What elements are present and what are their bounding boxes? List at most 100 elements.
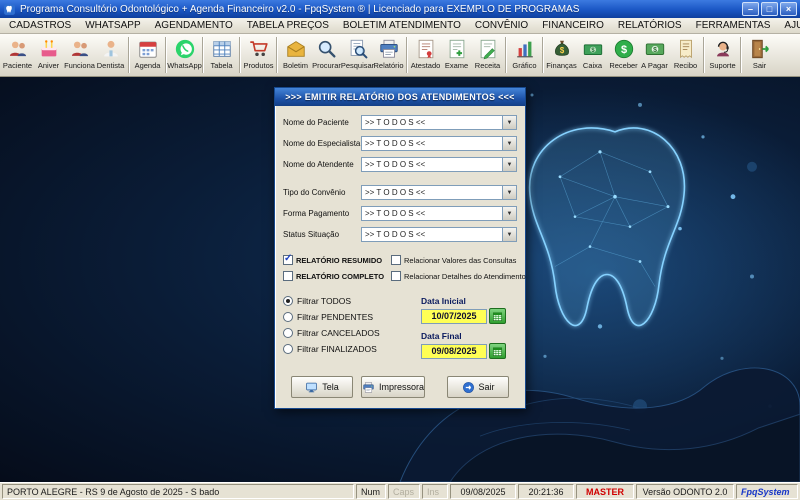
radio-row-filtrar-todos[interactable]: Filtrar TODOS (283, 296, 421, 306)
toolbar-button-a-pagar[interactable]: A Pagar (639, 35, 670, 75)
menu-item-label: CADASTROS (9, 20, 71, 31)
toolbar-button-produtos[interactable]: Produtos (243, 35, 274, 75)
toolbar-button-whatsapp[interactable]: WhatsApp (169, 35, 200, 75)
menu-item-whatsapp[interactable]: WHATSAPP (78, 19, 147, 32)
toolbar-button-atestado[interactable]: Atestado (410, 35, 441, 75)
toolbar-button-receber[interactable]: Receber (608, 35, 639, 75)
dialog-titlebar[interactable]: >>> EMITIR RELATÓRIO DOS ATENDIMENTOS <<… (275, 88, 525, 106)
radio-label: Filtrar TODOS (297, 296, 351, 306)
toolbar-button-dentista[interactable]: Dentista (95, 35, 126, 75)
toolbar-button-label: Produtos (243, 61, 273, 70)
toolbar-button-exame[interactable]: Exame (441, 35, 472, 75)
menu-item-agendamento[interactable]: AGENDAMENTO (148, 19, 240, 32)
search-doc-icon (347, 38, 369, 60)
date-final-row: 09/08/2025 (421, 343, 517, 359)
checkbox-row-valores-consultas[interactable]: Relacionar Valores das Consultas (391, 255, 526, 265)
radio-button[interactable] (283, 296, 293, 306)
checkbox-label: RELATÓRIO RESUMIDO (296, 256, 382, 265)
radio-row-filtrar-finalizados[interactable]: Filtrar FINALIZADOS (283, 344, 421, 354)
status-bar: PORTO ALEGRE - RS 9 de Agosto de 2025 - … (0, 482, 800, 500)
toolbar-button-procurar[interactable]: Procurar (311, 35, 342, 75)
menu-item-tabela-precos[interactable]: TABELA PREÇOS (240, 19, 336, 32)
toolbar-button-pesquisar[interactable]: Pesquisar (342, 35, 373, 75)
toolbar-button-agenda[interactable]: Agenda (132, 35, 163, 75)
menu-item-label: BOLETIM ATENDIMENTO (343, 20, 461, 31)
menu-item-convenio[interactable]: CONVÊNIO (468, 19, 535, 32)
checkbox[interactable] (283, 271, 293, 281)
dialog-button-sair[interactable]: Sair (447, 376, 509, 398)
toolbar-button-aniver[interactable]: Aniver (33, 35, 64, 75)
chevron-down-icon[interactable]: ▼ (502, 207, 516, 220)
desktop: >>> EMITIR RELATÓRIO DOS ATENDIMENTOS <<… (0, 77, 800, 482)
menu-item-ajuda[interactable]: AJUDA (777, 19, 800, 32)
toolbar-button-sair[interactable]: Sair (744, 35, 775, 75)
menu-item-label: FINANCEIRO (542, 20, 604, 31)
menu-item-boletim-atendimento[interactable]: BOLETIM ATENDIMENTO (336, 19, 468, 32)
filter-dropdown[interactable]: >> T O D O S << ▼ (361, 227, 517, 242)
radio-row-filtrar-cancelados[interactable]: Filtrar CANCELADOS (283, 328, 421, 338)
menu-item-ferramentas[interactable]: FERRAMENTAS (689, 19, 778, 32)
toolbar-button-grafico[interactable]: Gráfico (509, 35, 540, 75)
checkbox[interactable] (391, 271, 401, 281)
dropdown-value: >> T O D O S << (362, 137, 502, 150)
close-button[interactable]: × (780, 2, 797, 16)
toolbar-button-suporte[interactable]: Suporte (707, 35, 738, 75)
dialog-button-impressora[interactable]: Impressora (361, 376, 425, 398)
filter-dropdown[interactable]: >> T O D O S << ▼ (361, 136, 517, 151)
minimize-button[interactable]: – (742, 2, 759, 16)
chevron-down-icon[interactable]: ▼ (502, 158, 516, 171)
radio-button[interactable] (283, 312, 293, 322)
dialog-button-tela[interactable]: Tela (291, 376, 353, 398)
menu-item-relatorios[interactable]: RELATÓRIOS (611, 19, 689, 32)
toolbar-button-funciona[interactable]: Funciona (64, 35, 95, 75)
toolbar-button-recibo[interactable]: Recibo (670, 35, 701, 75)
menu-item-label: RELATÓRIOS (618, 20, 682, 31)
filter-dropdown[interactable]: >> T O D O S << ▼ (361, 185, 517, 200)
checkbox[interactable] (283, 255, 293, 265)
menu-item-label: TABELA PREÇOS (247, 20, 329, 31)
exit-icon (749, 38, 771, 60)
toolbar-button-label: Boletim (283, 61, 308, 70)
filter-dropdown[interactable]: >> T O D O S << ▼ (361, 157, 517, 172)
boletim-icon (285, 38, 307, 60)
checkbox-row-relatorio-resumido[interactable]: RELATÓRIO RESUMIDO (283, 255, 387, 265)
toolbar-separator (740, 37, 742, 73)
toolbar-button-boletim[interactable]: Boletim (280, 35, 311, 75)
app-icon (3, 3, 16, 16)
chevron-down-icon[interactable]: ▼ (502, 137, 516, 150)
statusbar-text: FpqSystem (741, 487, 790, 497)
people-icon (69, 38, 91, 60)
toolbar-button-financas[interactable]: Finanças (546, 35, 577, 75)
menu-item-cadastros[interactable]: CADASTROS (2, 19, 78, 32)
menu-item-financeiro[interactable]: FINANCEIRO (535, 19, 611, 32)
menu-item-label: AGENDAMENTO (155, 20, 233, 31)
statusbar-text: MASTER (586, 487, 624, 497)
statusbar-panel-location-date: PORTO ALEGRE - RS 9 de Agosto de 2025 - … (2, 484, 354, 499)
window-titlebar[interactable]: Programa Consultório Odontológico + Agen… (0, 0, 800, 18)
filter-dropdown[interactable]: >> T O D O S << ▼ (361, 206, 517, 221)
toolbar-button-tabela[interactable]: Tabela (206, 35, 237, 75)
whatsapp-icon (174, 38, 196, 60)
date-final-input[interactable]: 09/08/2025 (421, 344, 487, 359)
checkbox-row-detalhes-atendimento[interactable]: Relacionar Detalhes do Atendimento (391, 271, 526, 281)
radio-button[interactable] (283, 344, 293, 354)
maximize-button[interactable]: □ (761, 2, 778, 16)
window-title: Programa Consultório Odontológico + Agen… (20, 4, 736, 15)
chevron-down-icon[interactable]: ▼ (502, 228, 516, 241)
radio-row-filtrar-pendentes[interactable]: Filtrar PENDENTES (283, 312, 421, 322)
checkbox-row-relatorio-completo[interactable]: RELATÓRIO COMPLETO (283, 271, 387, 281)
checkbox[interactable] (391, 255, 401, 265)
toolbar-button-paciente[interactable]: Paciente (2, 35, 33, 75)
dollar-pay-icon (644, 38, 666, 60)
toolbar-button-receita[interactable]: Receita (472, 35, 503, 75)
report-dialog: >>> EMITIR RELATÓRIO DOS ATENDIMENTOS <<… (274, 87, 526, 409)
chevron-down-icon[interactable]: ▼ (502, 186, 516, 199)
chevron-down-icon[interactable]: ▼ (502, 116, 516, 129)
filter-dropdown[interactable]: >> T O D O S << ▼ (361, 115, 517, 130)
radio-button[interactable] (283, 328, 293, 338)
toolbar-button-caixa[interactable]: Caixa (577, 35, 608, 75)
calendar-button-final[interactable] (489, 343, 506, 359)
calendar-button-initial[interactable] (489, 308, 506, 324)
date-initial-input[interactable]: 10/07/2025 (421, 309, 487, 324)
toolbar-button-relatorio[interactable]: Relatório (373, 35, 404, 75)
